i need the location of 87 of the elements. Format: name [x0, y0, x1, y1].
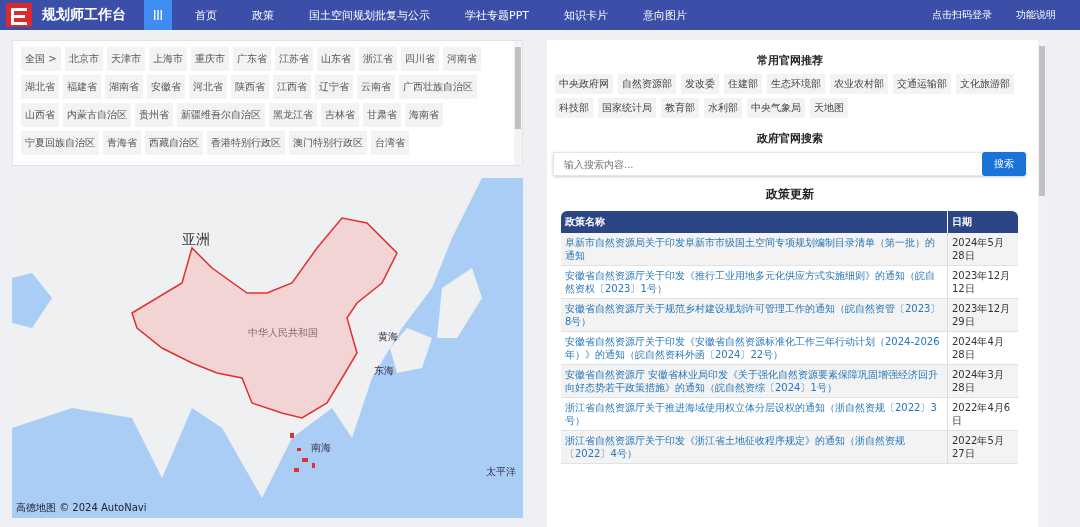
region-tag[interactable]: 四川省: [400, 47, 439, 71]
date-cell: 2024年5月28日: [947, 233, 1018, 266]
region-tag[interactable]: 河北省: [189, 75, 227, 99]
site-link[interactable]: 生态环境部: [767, 74, 825, 94]
region-tag[interactable]: 江苏省: [274, 47, 313, 71]
date-cell: 2022年5月27日: [947, 430, 1018, 464]
region-tag[interactable]: 辽宁省: [315, 75, 353, 99]
region-tag[interactable]: 江西省: [273, 75, 311, 99]
map-label: 东海: [374, 364, 394, 378]
nav-link[interactable]: 学社专题PPT: [452, 7, 542, 23]
section-title: 常用官网推荐: [755, 54, 824, 68]
site-link[interactable]: 交通运输部: [893, 74, 951, 94]
region-tag[interactable]: 台湾省: [371, 131, 409, 155]
region-tag[interactable]: 陕西省: [231, 75, 269, 99]
date-cell: 2024年3月28日: [947, 364, 1018, 398]
region-tag[interactable]: 澳门特别行政区: [289, 131, 367, 155]
date-cell: 2024年4月28日: [947, 331, 1018, 365]
nav-link[interactable]: 首页: [182, 7, 230, 23]
map-label: 亚洲: [182, 231, 210, 249]
policy-link[interactable]: 安徽省自然资源厅关于印发《推行工业用地多元化供应方式实施细则》的通知（皖自然资权〔2023〕1号）: [565, 269, 943, 295]
region-tag[interactable]: 山西省: [21, 103, 59, 127]
search-button[interactable]: 搜索: [982, 152, 1026, 176]
date-cell: 2023年12月12日: [947, 265, 1018, 299]
region-tag[interactable]: 黑龙江省: [269, 103, 317, 127]
date-cell: 2023年12月29日: [947, 298, 1018, 332]
map-label: 中华人民共和国: [248, 326, 318, 340]
nav-link[interactable]: 意向图片: [630, 7, 700, 23]
column-header: 政策名称: [561, 211, 948, 233]
header-link[interactable]: 功能说明: [1016, 8, 1056, 22]
header-link[interactable]: 点击扫码登录: [932, 8, 992, 22]
region-tag[interactable]: 西藏自治区: [145, 131, 203, 155]
region-tag[interactable]: 云南省: [357, 75, 395, 99]
logo-icon: [4, 0, 34, 30]
menu-icon: [153, 10, 163, 20]
region-tag[interactable]: 甘肃省: [363, 103, 401, 127]
site-link[interactable]: 中央气象局: [747, 98, 805, 118]
site-link[interactable]: 农业农村部: [830, 74, 888, 94]
site-link[interactable]: 教育部: [661, 98, 699, 118]
region-tag[interactable]: 湖北省: [21, 75, 59, 99]
policy-link[interactable]: 安徽省自然资源厅关于印发《安徽省自然资源标准化工作三年行动计划（2024-2026年）》的通知（皖自然资科外函〔2024〕22号）: [565, 335, 943, 361]
region-tag[interactable]: 新疆维吾尔自治区: [177, 103, 265, 127]
region-tag[interactable]: 安徽省: [147, 75, 185, 99]
site-link[interactable]: 科技部: [555, 98, 593, 118]
region-tag[interactable]: 福建省: [63, 75, 101, 99]
region-tag[interactable]: 贵州省: [135, 103, 173, 127]
site-link[interactable]: 发改委: [681, 74, 719, 94]
region-tag[interactable]: 内蒙古自治区: [63, 103, 131, 127]
map-attribution: 高德地图 © 2024 AutoNavi: [16, 501, 147, 515]
region-tag[interactable]: 北京市: [64, 47, 103, 71]
app-title: 规划师工作台: [42, 6, 126, 24]
policy-link[interactable]: 浙江省自然资源厅关于推进海域使用权立体分层设权的通知（浙自然资规〔2022〕3号）: [565, 401, 943, 427]
section-title: 政策更新: [764, 186, 815, 203]
region-tag[interactable]: 重庆市: [190, 47, 229, 71]
region-tag[interactable]: 全国 >: [21, 47, 61, 71]
region-tag[interactable]: 上海市: [148, 47, 187, 71]
site-link[interactable]: 自然资源部: [618, 74, 676, 94]
nav-link[interactable]: 国土空间规划批复与公示: [296, 7, 443, 23]
column-header: 日期: [947, 211, 1018, 233]
region-tag[interactable]: 天津市: [106, 47, 145, 71]
region-tag[interactable]: 山东省: [316, 47, 355, 71]
region-tag[interactable]: 湖南省: [105, 75, 143, 99]
region-tag[interactable]: 河南省: [442, 47, 481, 71]
menu-button[interactable]: [144, 0, 172, 30]
site-link[interactable]: 水利部: [704, 98, 742, 118]
section-title: 政府官网搜索: [755, 132, 824, 146]
date-cell: 2022年4月6日: [947, 397, 1018, 431]
region-tag[interactable]: 广东省: [232, 47, 271, 71]
region-tag[interactable]: 吉林省: [321, 103, 359, 127]
region-tag[interactable]: 海南省: [405, 103, 443, 127]
nav-link[interactable]: 政策: [239, 7, 287, 23]
site-link[interactable]: 中央政府网: [555, 74, 613, 94]
map-label: 南海: [311, 441, 331, 455]
search-field[interactable]: 输入搜索内容...: [553, 152, 982, 176]
site-link[interactable]: 国家统计局: [598, 98, 656, 118]
scrollbar[interactable]: [1038, 40, 1046, 527]
site-link[interactable]: 文化旅游部: [956, 74, 1014, 94]
map-label: 太平洋: [486, 465, 516, 479]
region-tag[interactable]: 浙江省: [358, 47, 397, 71]
region-tag[interactable]: 宁夏回族自治区: [21, 131, 99, 155]
region-tag[interactable]: 香港特别行政区: [207, 131, 285, 155]
nav-link[interactable]: 知识卡片: [551, 7, 621, 23]
region-tag[interactable]: 广西壮族自治区: [399, 75, 477, 99]
site-link[interactable]: 住建部: [724, 74, 762, 94]
site-link[interactable]: 天地图: [810, 98, 848, 118]
scrollbar[interactable]: [514, 41, 522, 165]
map-label: 黄海: [378, 330, 398, 344]
region-tag[interactable]: 青海省: [103, 131, 141, 155]
